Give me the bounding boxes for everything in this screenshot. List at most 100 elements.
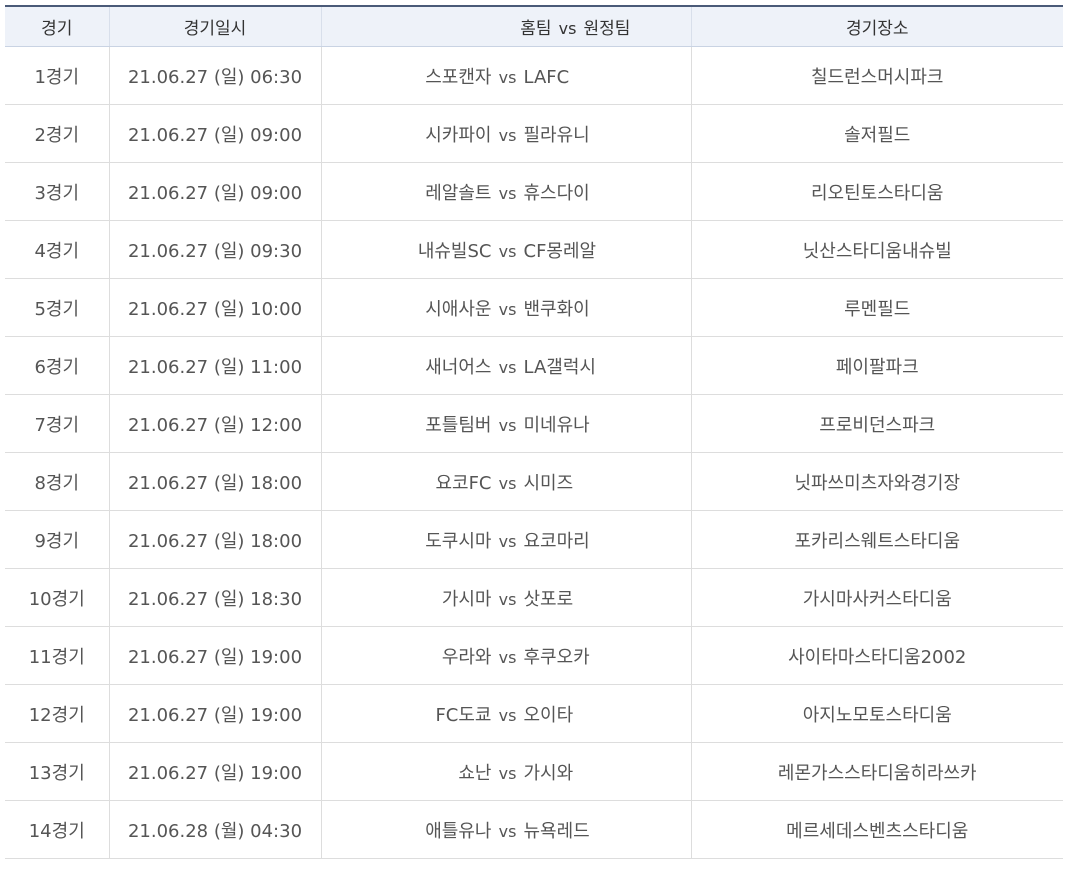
vs-label: vs <box>498 589 517 609</box>
game-datetime: 21.06.28 (월) 04:30 <box>108 800 321 859</box>
table-row: 11경기 21.06.27 (일) 19:00 우라와 vs 후쿠오카 사이타마스타디움2… <box>5 626 1063 685</box>
matchup: 포틀팀버 vs 미네유나 <box>320 394 691 453</box>
table-row: 9경기 21.06.27 (일) 18:00 도쿠시마 vs 요코마리 포카리스웨트스타디… <box>5 510 1063 569</box>
vs-label: vs <box>498 299 517 319</box>
game-number: 9경기 <box>5 510 109 569</box>
game-number: 8경기 <box>5 452 109 511</box>
table-row: 1경기 21.06.27 (일) 06:30 스포캔자 vs LAFC 칠드런스머시파크 <box>5 46 1063 105</box>
table-row: 8경기 21.06.27 (일) 18:00 요코FC vs 시미즈 닛파쓰미츠자와경기장 <box>5 452 1063 511</box>
matchup: 스포캔자 vs LAFC <box>320 46 691 105</box>
home-team: 스포캔자 <box>425 66 492 88</box>
table-row: 2경기 21.06.27 (일) 09:00 시카파이 vs 필라유니 솔저필드 <box>5 104 1063 163</box>
header-game: 경기 <box>5 6 109 47</box>
home-team: 시카파이 <box>425 124 492 146</box>
venue: 프로비던스파크 <box>690 394 1063 453</box>
away-team: 시미즈 <box>523 472 574 494</box>
header-match: 홈팀 vs 원정팀 <box>320 6 691 47</box>
table-row: 6경기 21.06.27 (일) 11:00 새너어스 vs LA갤럭시 페이팔파크 <box>5 336 1063 395</box>
header-vs: vs <box>558 19 577 38</box>
venue: 메르세데스벤츠스타디움 <box>690 800 1063 859</box>
away-team: 오이타 <box>523 704 574 726</box>
game-number: 10경기 <box>5 568 109 627</box>
venue: 리오틴토스타디움 <box>690 162 1063 221</box>
header-datetime: 경기일시 <box>108 6 321 47</box>
vs-label: vs <box>498 821 517 841</box>
game-datetime: 21.06.27 (일) 09:00 <box>108 162 321 221</box>
header-away: 원정팀 <box>583 19 631 39</box>
away-team: 요코마리 <box>523 530 590 552</box>
away-team: CF몽레알 <box>523 240 597 262</box>
venue: 가시마사커스타디움 <box>690 568 1063 627</box>
venue: 닛파쓰미츠자와경기장 <box>690 452 1063 511</box>
matchup: 내슈빌SC vs CF몽레알 <box>320 220 691 279</box>
vs-label: vs <box>498 415 517 435</box>
venue: 칠드런스머시파크 <box>690 46 1063 105</box>
table-row: 5경기 21.06.27 (일) 10:00 시애사운 vs 밴쿠화이 루멘필드 <box>5 278 1063 337</box>
table-row: 12경기 21.06.27 (일) 19:00 FC도쿄 vs 오이타 아지노모토스타디움 <box>5 684 1063 743</box>
vs-label: vs <box>498 647 517 667</box>
home-team: 새너어스 <box>425 356 492 378</box>
home-team: 시애사운 <box>425 298 492 320</box>
game-datetime: 21.06.27 (일) 11:00 <box>108 336 321 395</box>
table-header: 경기 경기일시 홈팀 vs 원정팀 경기장소 <box>5 6 1063 47</box>
vs-label: vs <box>498 241 517 261</box>
matchup: 새너어스 vs LA갤럭시 <box>320 336 691 395</box>
game-number: 4경기 <box>5 220 109 279</box>
matchup: 가시마 vs 삿포로 <box>320 568 691 627</box>
game-datetime: 21.06.27 (일) 18:00 <box>108 510 321 569</box>
vs-label: vs <box>498 357 517 377</box>
home-team: FC도쿄 <box>435 704 492 726</box>
game-datetime: 21.06.27 (일) 09:00 <box>108 104 321 163</box>
home-team: 가시마 <box>441 588 492 610</box>
vs-label: vs <box>498 531 517 551</box>
table-row: 14경기 21.06.28 (월) 04:30 애틀유나 vs 뉴욕레드 메르세데스벤츠스… <box>5 800 1063 859</box>
vs-label: vs <box>498 67 517 87</box>
vs-label: vs <box>498 705 517 725</box>
home-team: 애틀유나 <box>425 820 492 842</box>
table-body: 1경기 21.06.27 (일) 06:30 스포캔자 vs LAFC 칠드런스머시파크 2… <box>5 46 1063 859</box>
vs-label: vs <box>498 763 517 783</box>
matchup: 우라와 vs 후쿠오카 <box>320 626 691 685</box>
venue: 포카리스웨트스타디움 <box>690 510 1063 569</box>
venue: 레몬가스스타디움히라쓰카 <box>690 742 1063 801</box>
away-team: 삿포로 <box>523 588 574 610</box>
game-number: 6경기 <box>5 336 109 395</box>
table-row: 13경기 21.06.27 (일) 19:00 쇼난 vs 가시와 레몬가스스타디움히라쓰… <box>5 742 1063 801</box>
game-number: 11경기 <box>5 626 109 685</box>
game-number: 1경기 <box>5 46 109 105</box>
game-datetime: 21.06.27 (일) 18:30 <box>108 568 321 627</box>
game-number: 7경기 <box>5 394 109 453</box>
vs-label: vs <box>498 183 517 203</box>
venue: 루멘필드 <box>690 278 1063 337</box>
home-team: 포틀팀버 <box>425 414 492 436</box>
game-number: 13경기 <box>5 742 109 801</box>
table-row: 10경기 21.06.27 (일) 18:30 가시마 vs 삿포로 가시마사커스타디움 <box>5 568 1063 627</box>
matchup: 시카파이 vs 필라유니 <box>320 104 691 163</box>
vs-label: vs <box>498 473 517 493</box>
away-team: LAFC <box>523 66 570 88</box>
home-team: 쇼난 <box>458 762 492 784</box>
game-number: 3경기 <box>5 162 109 221</box>
game-datetime: 21.06.27 (일) 12:00 <box>108 394 321 453</box>
game-datetime: 21.06.27 (일) 18:00 <box>108 452 321 511</box>
game-datetime: 21.06.27 (일) 19:00 <box>108 684 321 743</box>
header-home: 홈팀 <box>520 19 552 39</box>
game-number: 12경기 <box>5 684 109 743</box>
away-team: 밴쿠화이 <box>523 298 590 320</box>
matchup: 시애사운 vs 밴쿠화이 <box>320 278 691 337</box>
table-row: 4경기 21.06.27 (일) 09:30 내슈빌SC vs CF몽레알 닛산스타디움내… <box>5 220 1063 279</box>
header-row: 경기 경기일시 홈팀 vs 원정팀 경기장소 <box>5 6 1063 47</box>
game-number: 2경기 <box>5 104 109 163</box>
away-team: 휴스다이 <box>523 182 590 204</box>
header-venue: 경기장소 <box>690 6 1063 47</box>
venue: 솔저필드 <box>690 104 1063 163</box>
game-datetime: 21.06.27 (일) 10:00 <box>108 278 321 337</box>
game-datetime: 21.06.27 (일) 19:00 <box>108 742 321 801</box>
table-row: 7경기 21.06.27 (일) 12:00 포틀팀버 vs 미네유나 프로비던스파크 <box>5 394 1063 453</box>
away-team: 필라유니 <box>523 124 590 146</box>
away-team: 미네유나 <box>523 414 590 436</box>
game-datetime: 21.06.27 (일) 06:30 <box>108 46 321 105</box>
venue: 사이타마스타디움2002 <box>690 626 1063 685</box>
table-row: 3경기 21.06.27 (일) 09:00 레알솔트 vs 휴스다이 리오틴토스타디움 <box>5 162 1063 221</box>
venue: 페이팔파크 <box>690 336 1063 395</box>
